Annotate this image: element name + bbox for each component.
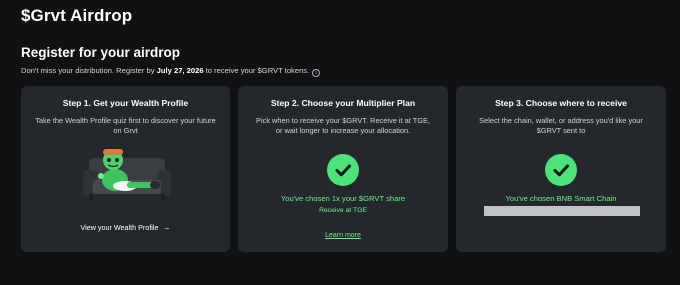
step-3-description: Select the chain, wallet, or address you…	[479, 116, 643, 135]
arrow-right-icon: →	[162, 223, 171, 232]
step-2-card: Step 2. Choose your Multiplier Plan Pick…	[238, 86, 448, 252]
subtitle-text-before: Don't miss your distribution. Register b…	[21, 66, 157, 75]
receive-at-tge-text: Receive at TGE	[319, 207, 367, 214]
section-title: Register for your airdrop	[21, 45, 181, 60]
step-2-description: Pick when to receive your $GRVT. Receive…	[256, 116, 430, 135]
section-subtitle: Don't miss your distribution. Register b…	[21, 66, 321, 77]
check-icon	[327, 154, 359, 186]
check-icon	[545, 154, 577, 186]
character-on-couch-illustration	[79, 146, 175, 204]
step-1-card: Step 1. Get your Wealth Profile Take the…	[21, 86, 230, 252]
info-icon[interactable]: i	[312, 69, 321, 77]
learn-more-link[interactable]: Learn more	[238, 232, 448, 239]
multiplier-chosen-text: You've chosen 1x your $GRVT share	[280, 194, 406, 203]
page-title: $Grvt Airdrop	[21, 6, 133, 25]
step-1-description: Take the Wealth Profile quiz first to di…	[35, 116, 216, 135]
step-1-title: Step 1. Get your Wealth Profile	[62, 98, 189, 108]
chain-chosen-text: You've chosen BNB Smart Chain	[505, 194, 617, 203]
registration-deadline: July 27, 2026	[156, 66, 204, 75]
subtitle-text-after: to receive your $GRVT tokens.	[203, 66, 310, 75]
view-wealth-profile-link[interactable]: View your Wealth Profile →	[21, 223, 230, 232]
step-3-card: Step 3. Choose where to receive Select t…	[456, 86, 666, 252]
step-3-title: Step 3. Choose where to receive	[495, 98, 627, 108]
step-2-title: Step 2. Choose your Multiplier Plan	[270, 98, 416, 108]
redacted-address-bar	[484, 206, 640, 216]
view-wealth-profile-label: View your Wealth Profile	[80, 223, 159, 232]
